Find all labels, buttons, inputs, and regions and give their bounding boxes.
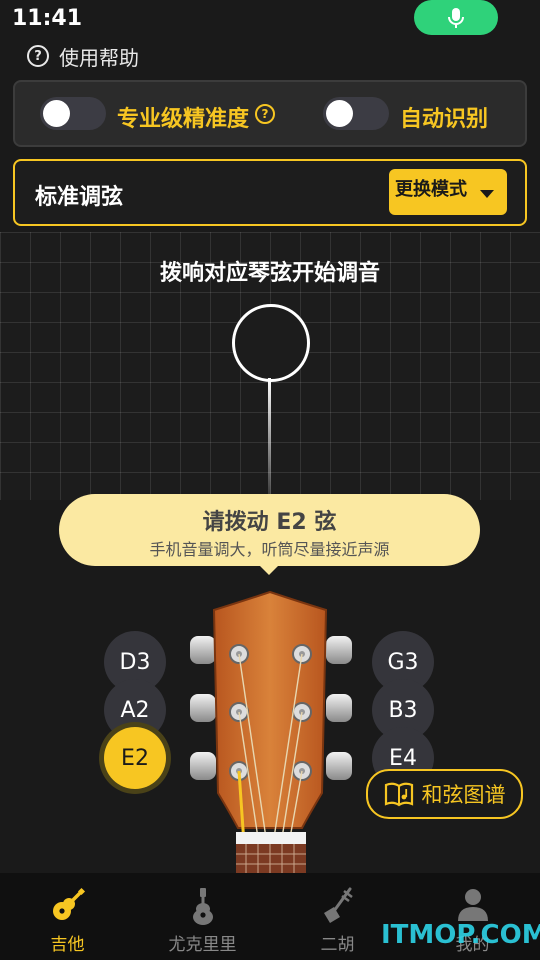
change-mode-button[interactable]: 更换模式 xyxy=(389,169,507,215)
hint-bubble-tail xyxy=(258,564,280,575)
question-icon: ? xyxy=(27,45,49,67)
chord-chart-label: 和弦图谱 xyxy=(421,783,506,807)
ukulele-icon xyxy=(192,888,213,925)
precision-label: 专业级精准度 xyxy=(117,107,250,132)
status-bar: 11:41 xyxy=(0,0,540,40)
caret-down-icon xyxy=(480,190,494,198)
status-time: 11:41 xyxy=(12,6,83,31)
guitar-headstock-icon xyxy=(190,590,352,873)
tuner-needle-ring xyxy=(232,304,310,382)
tuning-mode-title: 标准调弦 xyxy=(35,185,124,210)
tuner-needle xyxy=(268,378,271,494)
tab-label: 尤克里里 xyxy=(168,935,237,955)
tuning-mode-bar: 标准调弦 更换模式 xyxy=(13,159,527,226)
hint-subtitle: 手机音量调大，听筒尽量接近声源 xyxy=(149,540,390,559)
tuner-prompt: 拨响对应琴弦开始调音 xyxy=(159,261,380,286)
auto-detect-label: 自动识别 xyxy=(400,107,489,132)
watermark: ITMOP.COM xyxy=(381,920,540,950)
chord-chart-button[interactable]: 和弦图谱 xyxy=(366,769,523,819)
help-link[interactable]: ? 使用帮助 xyxy=(27,42,139,70)
music-book-icon xyxy=(384,782,413,807)
toggle-knob xyxy=(326,100,353,127)
change-mode-label: 更换模式 xyxy=(395,179,467,200)
string-button-e2[interactable]: E2 xyxy=(104,727,166,789)
hint-title: 请拨动 E2 弦 xyxy=(202,510,337,535)
precision-help-icon[interactable]: ? xyxy=(255,104,275,124)
auto-detect-toggle[interactable] xyxy=(323,97,389,130)
help-label: 使用帮助 xyxy=(59,45,139,70)
user-icon xyxy=(457,889,488,921)
erhu-icon xyxy=(323,887,353,923)
tab-guitar[interactable]: 吉他 xyxy=(0,873,135,960)
guitar-icon xyxy=(52,887,85,920)
precision-toggle[interactable] xyxy=(40,97,106,130)
hint-bubble: 请拨动 E2 弦 手机音量调大，听筒尽量接近声源 xyxy=(59,494,480,575)
microphone-indicator[interactable] xyxy=(414,0,498,35)
microphone-icon xyxy=(448,8,464,28)
settings-panel: 专业级精准度 ? 自动识别 xyxy=(13,80,527,147)
tab-label: 吉他 xyxy=(50,935,85,955)
toggle-knob xyxy=(43,100,70,127)
tab-ukulele[interactable]: 尤克里里 xyxy=(135,873,270,960)
